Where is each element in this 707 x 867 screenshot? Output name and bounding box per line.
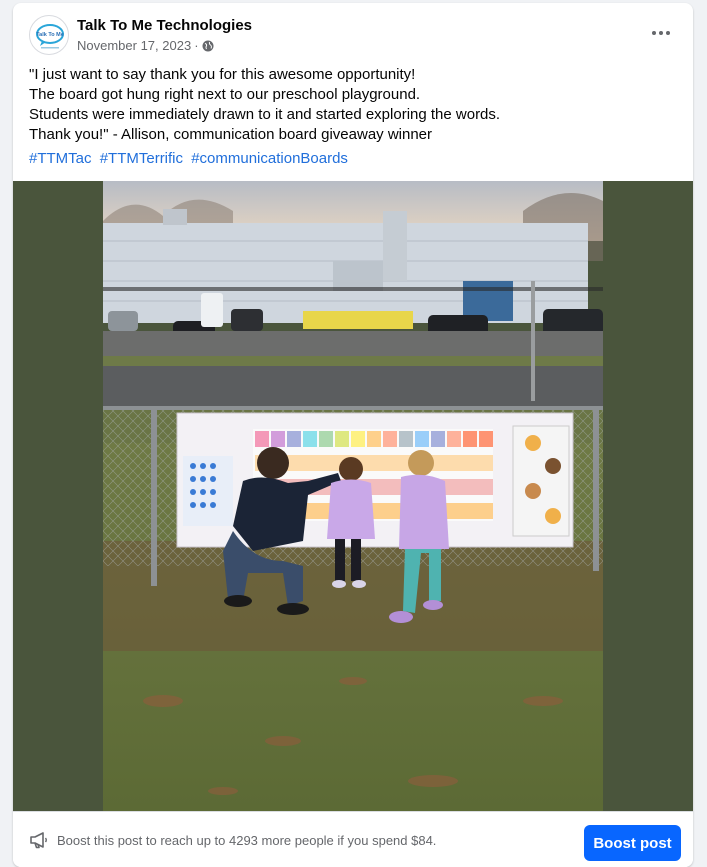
- boost-post-button[interactable]: Boost post: [584, 825, 681, 861]
- megaphone-icon: [30, 832, 47, 849]
- boost-message: Boost this post to reach up to 4293 more…: [57, 833, 437, 848]
- post-photo[interactable]: [103, 181, 603, 811]
- more-dot: [666, 31, 670, 35]
- hashtag-link[interactable]: #TTMTac: [29, 150, 92, 167]
- post-text-line: Thank you!" - Allison, communication boa…: [29, 126, 433, 143]
- post-meta: November 17, 2023 ·: [77, 38, 214, 53]
- post-header: Talk To Me Talk To Me Technologies Novem…: [13, 3, 693, 63]
- more-horizontal-icon: [652, 31, 656, 35]
- page-name[interactable]: Talk To Me Technologies: [77, 17, 252, 34]
- boost-bar: Boost this post to reach up to 4293 more…: [13, 811, 693, 867]
- post-card: Talk To Me Talk To Me Technologies Novem…: [13, 3, 693, 867]
- hashtag-link[interactable]: #communicationBoards: [191, 150, 348, 167]
- globe-icon[interactable]: [202, 40, 214, 52]
- page-avatar[interactable]: Talk To Me: [29, 15, 69, 55]
- more-dot: [659, 31, 663, 35]
- hashtag-link[interactable]: #TTMTerrific: [100, 150, 183, 167]
- post-text-line: "I just want to say thank you for this a…: [29, 66, 416, 83]
- hashtags: #TTMTac #TTMTerrific #communicationBoard…: [29, 150, 352, 167]
- post-media[interactable]: [13, 181, 693, 811]
- post-text-line: The board got hung right next to our pre…: [29, 86, 421, 103]
- svg-text:Talk To Me: Talk To Me: [36, 32, 64, 38]
- post-date[interactable]: November 17, 2023: [77, 38, 191, 53]
- meta-separator: ·: [194, 38, 199, 53]
- talk-to-me-logo: Talk To Me: [36, 24, 64, 49]
- more-options-button[interactable]: [643, 19, 679, 47]
- post-text-line: Students were immediately drawn to it an…: [29, 106, 501, 123]
- post-message: "I just want to say thank you for this a…: [29, 65, 679, 145]
